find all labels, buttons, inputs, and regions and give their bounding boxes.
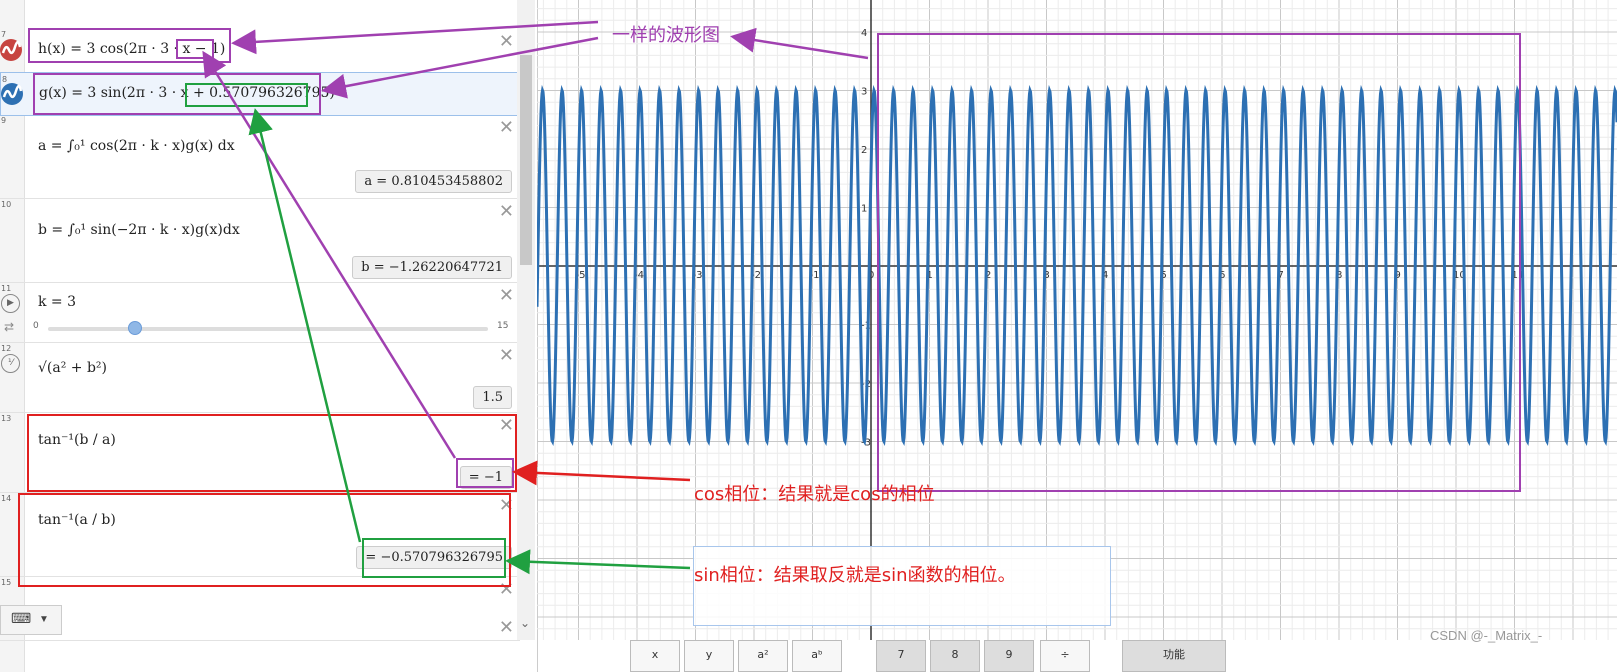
row-number: 15 (1, 578, 12, 587)
highlight-graph-region (877, 33, 1521, 492)
row-number: 14 (1, 494, 12, 503)
row-number: 12 (1, 344, 12, 353)
result-magnitude: 1.5 (473, 386, 512, 409)
keyboard-key[interactable]: a² (738, 640, 788, 672)
fraction-toggle-icon[interactable]: ⅟ (1, 354, 20, 373)
highlight-atan-ba-result (456, 458, 514, 488)
keyboard-key[interactable]: 7 (876, 640, 926, 672)
delete-icon[interactable]: ✕ (499, 203, 514, 221)
keyboard-icon: ⌨ (11, 610, 32, 626)
chevron-down-icon[interactable]: ⌄ (520, 616, 530, 630)
row-number: 7 (1, 30, 7, 39)
y-tick-label: 2 (861, 145, 867, 156)
keyboard-key[interactable]: ÷ (1040, 640, 1090, 672)
row-number: 10 (1, 200, 12, 209)
y-tick-label: 1 (861, 204, 867, 215)
expression-row-a[interactable]: 9 a = ∫₀¹ cos(2π · k · x)g(x) dx a = 0.8… (0, 114, 520, 199)
row-number: 9 (1, 116, 7, 125)
caret-down-icon: ▼ (39, 614, 49, 625)
delete-icon[interactable]: ✕ (499, 347, 514, 365)
scrollbar-thumb[interactable] (520, 55, 532, 265)
expression-row-b[interactable]: 10 b = ∫₀¹ sin(−2π · k · x)g(x)dx b = −1… (0, 198, 520, 283)
expression-row-k[interactable]: 11 ▶ ⇄ k = 3 0 15 ✕ (0, 282, 520, 343)
delete-icon[interactable]: ✕ (499, 33, 514, 51)
keyboard-key[interactable]: aᵇ (792, 640, 842, 672)
slider-min: 0 (33, 321, 39, 331)
keyboard-key[interactable]: x (630, 640, 680, 672)
keyboard-key[interactable]: 8 (930, 640, 980, 672)
loop-icon[interactable]: ⇄ (4, 320, 14, 334)
watermark: CSDN @-_Matrix_- (1430, 628, 1543, 643)
keyboard-toggle-button[interactable]: ⌨ ▼ (0, 605, 62, 635)
keyboard-key[interactable]: y (684, 640, 734, 672)
delete-icon[interactable]: ✕ (499, 287, 514, 305)
cos-phase-label: cos相位：结果就是cos的相位 (694, 484, 935, 505)
y-tick-label: 3 (861, 87, 867, 98)
expression-k[interactable]: k = 3 (38, 294, 76, 310)
same-wave-label: 一样的波形图 (612, 25, 720, 46)
expression-scrollbar[interactable]: ⌄ (517, 0, 535, 640)
play-icon[interactable]: ▶ (1, 294, 20, 313)
highlight-atan-ab-result (362, 538, 506, 578)
expression-row-magnitude[interactable]: 12 ⅟ √(a² + b²) 1.5 ✕ (0, 342, 520, 413)
y-tick-label: 4 (861, 28, 867, 39)
slider-handle[interactable] (128, 321, 142, 335)
keyboard-key[interactable]: 9 (984, 640, 1034, 672)
row-number: 13 (1, 414, 12, 423)
function-color-icon[interactable] (0, 39, 22, 61)
highlight-h-phase (176, 39, 214, 59)
delete-icon[interactable]: ✕ (499, 619, 514, 637)
expression-b[interactable]: b = ∫₀¹ sin(−2π · k · x)g(x)dx (38, 222, 240, 238)
slider-max: 15 (497, 321, 509, 331)
slider-track[interactable] (48, 327, 488, 331)
sin-phase-label: sin相位：结果取反就是sin函数的相位。 (694, 565, 1016, 586)
expression-magnitude[interactable]: √(a² + b²) (38, 360, 107, 376)
keyboard-key[interactable]: 功能 (1122, 640, 1226, 672)
function-color-icon[interactable] (1, 83, 23, 105)
expression-a[interactable]: a = ∫₀¹ cos(2π · k · x)g(x) dx (38, 138, 235, 154)
result-b: b = −1.26220647721 (352, 256, 512, 279)
highlight-g-phase (185, 83, 308, 107)
row-number: 11 (1, 284, 12, 293)
result-a: a = 0.810453458802 (355, 170, 512, 193)
delete-icon[interactable]: ✕ (499, 119, 514, 137)
highlight-atan-ba-row (27, 414, 517, 492)
